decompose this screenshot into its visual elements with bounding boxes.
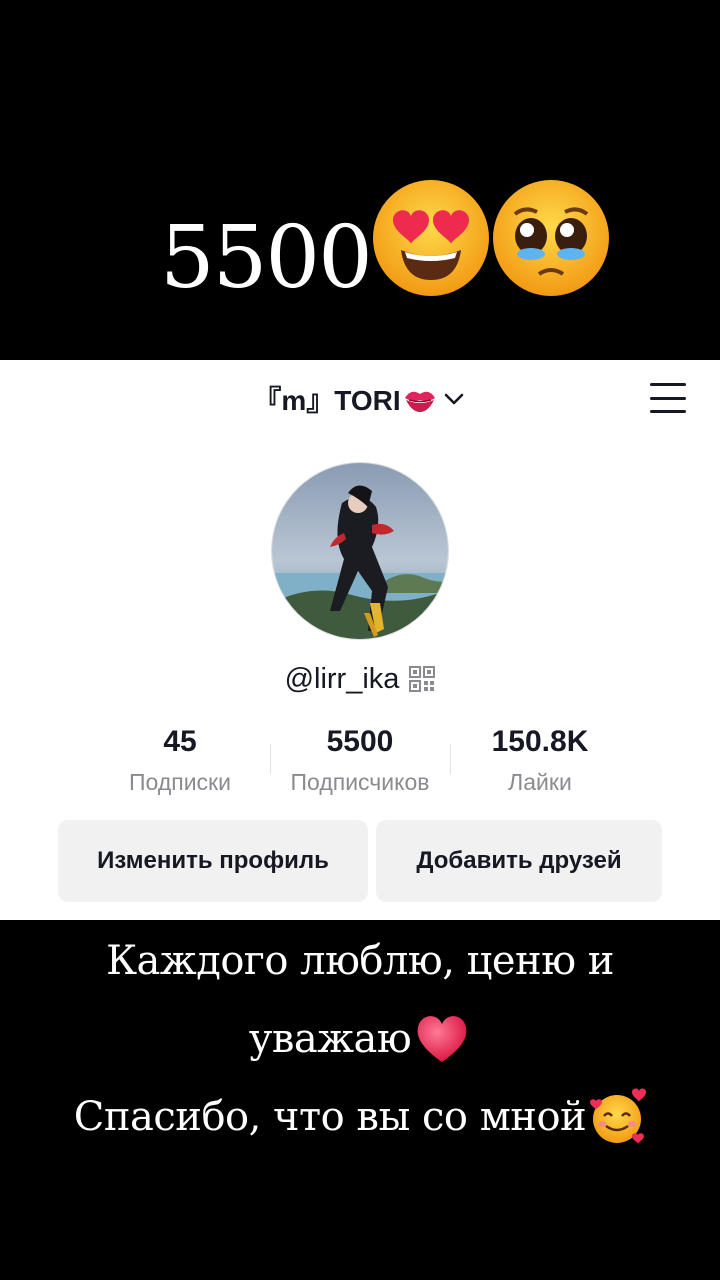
chevron-down-icon	[444, 393, 463, 405]
username: @lirr_ika	[284, 662, 400, 695]
smiling-face-with-hearts-emoji	[590, 1088, 647, 1144]
add-friends-button[interactable]: Добавить друзей	[376, 820, 662, 902]
qr-code-icon[interactable]	[409, 666, 436, 692]
kiss-mark-icon	[404, 391, 435, 412]
avatar-image	[272, 463, 448, 639]
profile-card: 『m』TORI @lirr_ika 45 Подписки 5500 Подпи…	[0, 360, 720, 920]
caption-line-2: уважаю	[0, 1000, 720, 1078]
pleading-face-emoji	[492, 180, 609, 296]
stat-followers[interactable]: 5500 Подписчиков	[270, 722, 450, 802]
edit-profile-button[interactable]: Изменить профиль	[58, 820, 368, 902]
stat-label: Подписчиков	[290, 769, 430, 795]
profile-stats: 45 Подписки 5500 Подписчиков 150.8K Лайк…	[90, 722, 630, 802]
stat-label: Подписки	[129, 769, 231, 795]
stat-value: 45	[163, 725, 197, 758]
stat-following[interactable]: 45 Подписки	[90, 722, 270, 802]
account-switcher[interactable]: 『m』TORI	[253, 379, 466, 419]
caption-line-3: Спасибо, что вы со мной	[0, 1078, 720, 1156]
profile-top-bar: 『m』TORI	[0, 360, 720, 438]
caption-line-2-text: уважаю	[248, 1016, 412, 1062]
stat-likes[interactable]: 150.8K Лайки	[450, 722, 630, 802]
stat-value: 150.8K	[491, 725, 589, 758]
account-name: 『m』TORI	[253, 385, 401, 416]
username-row: @lirr_ika	[0, 658, 720, 700]
caption-line-3-text: Спасибо, что вы со мной	[73, 1094, 587, 1140]
bottom-overlay-caption: Каждого люблю, ценю и уважаю Спасибо, чт…	[0, 920, 720, 1280]
headline-number: 5500	[160, 208, 373, 308]
caption: Каждого люблю, ценю и уважаю Спасибо, чт…	[0, 922, 720, 1156]
top-overlay-banner: 5500	[0, 0, 720, 360]
red-heart-emoji	[417, 1016, 467, 1062]
avatar[interactable]	[271, 462, 449, 640]
headline: 5500	[160, 168, 611, 308]
heart-eyes-emoji	[372, 180, 489, 296]
caption-line-1: Каждого люблю, ценю и	[106, 938, 614, 984]
stat-value: 5500	[326, 725, 394, 758]
stat-label: Лайки	[508, 769, 572, 795]
hamburger-menu-icon[interactable]	[650, 383, 686, 413]
